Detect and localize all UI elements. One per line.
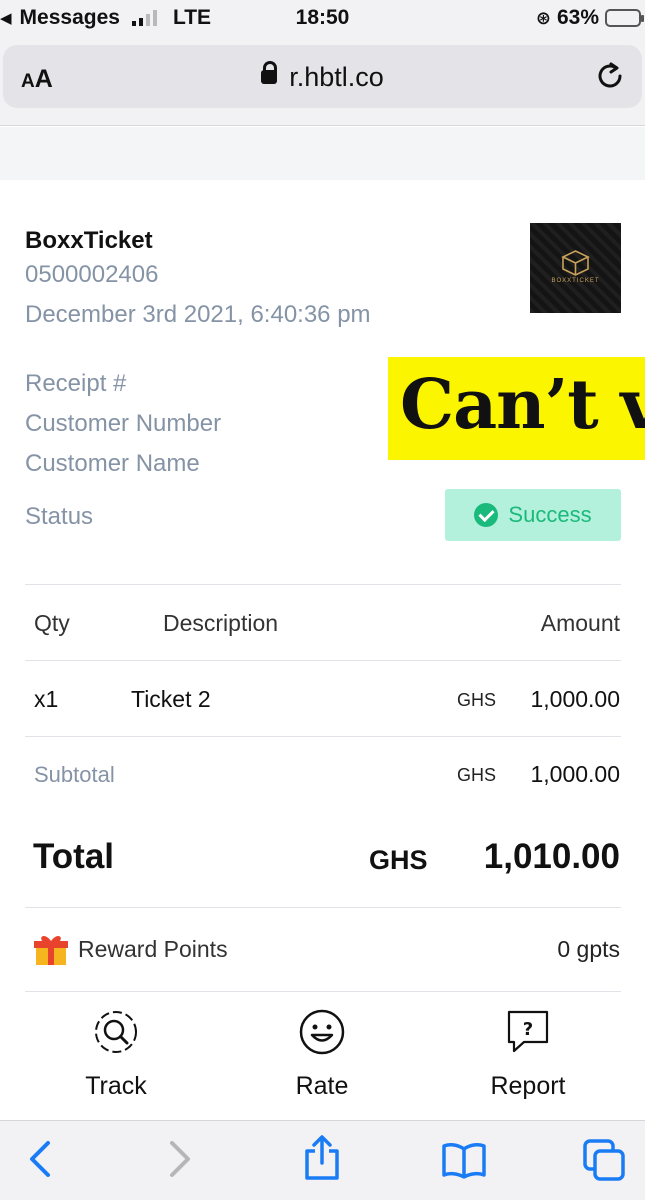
report-button[interactable]: ? Report xyxy=(448,1008,608,1101)
back-icon[interactable] xyxy=(26,1139,54,1179)
page-top-band xyxy=(0,127,645,180)
bookmarks-icon[interactable] xyxy=(441,1141,487,1179)
divider xyxy=(25,660,621,661)
redaction-overlay: Can’t v xyxy=(388,357,645,460)
row-amount: 1,000.00 xyxy=(530,686,620,712)
status-label: Status xyxy=(25,503,94,530)
track-icon xyxy=(95,1011,137,1053)
col-header-qty: Qty xyxy=(34,610,70,636)
row-description: Ticket 2 xyxy=(131,686,211,712)
check-circle-icon xyxy=(474,503,499,527)
merchant-logo: BOXXTICKET xyxy=(530,223,621,313)
row-currency: GHS xyxy=(457,690,497,710)
subtotal-label: Subtotal xyxy=(34,762,115,787)
track-button[interactable]: Track xyxy=(36,1008,196,1101)
logo-wordmark: BOXXTICKET xyxy=(551,278,600,284)
receipt-number-label: Receipt # xyxy=(25,370,127,397)
report-question-icon: ? xyxy=(507,1010,549,1053)
reward-points-value: 0 gpts xyxy=(557,936,620,962)
receipt-datetime: December 3rd 2021, 6:40:36 pm xyxy=(25,301,371,328)
divider xyxy=(25,907,621,908)
divider xyxy=(25,736,621,737)
customer-name-label: Customer Name xyxy=(25,450,200,477)
browser-chrome: AA r.hbtl.co xyxy=(0,40,645,126)
status-value: Success xyxy=(508,502,592,527)
address-bar[interactable]: AA r.hbtl.co xyxy=(3,45,642,108)
merchant-name: BoxxTicket xyxy=(25,227,153,254)
rate-label: Rate xyxy=(295,1072,349,1100)
total-amount: 1,010.00 xyxy=(483,837,620,876)
col-header-description: Description xyxy=(163,610,279,636)
url-display[interactable]: r.hbtl.co xyxy=(3,61,642,93)
lock-icon xyxy=(261,61,278,87)
gift-icon xyxy=(34,936,68,965)
tabs-icon[interactable] xyxy=(582,1138,628,1184)
subtotal-currency: GHS xyxy=(457,765,497,785)
reload-icon[interactable] xyxy=(594,60,626,92)
status-badge: Success xyxy=(445,489,621,541)
forward-icon[interactable] xyxy=(166,1139,194,1179)
battery-icon xyxy=(605,9,644,27)
total-label: Total xyxy=(33,837,115,876)
divider xyxy=(25,991,621,992)
overlay-text: Can’t v xyxy=(400,365,645,445)
svg-text:?: ? xyxy=(523,1019,533,1040)
url-text: r.hbtl.co xyxy=(289,62,384,92)
subtotal-amount: 1,000.00 xyxy=(530,761,620,787)
merchant-phone: 0500002406 xyxy=(25,261,159,288)
track-label: Track xyxy=(85,1072,147,1100)
reward-points-label: Reward Points xyxy=(78,936,228,962)
report-label: Report xyxy=(490,1072,566,1100)
battery-percent: 63% xyxy=(556,6,599,29)
status-bar-right: ⊛ 63% xyxy=(535,6,644,30)
total-currency: GHS xyxy=(369,845,428,875)
smiley-icon xyxy=(299,1009,345,1055)
status-bar: ◀ Messages LTE 18:50 ⊛ 63% xyxy=(0,0,645,40)
receipt-card: BoxxTicket 0500002406 December 3rd 2021,… xyxy=(0,180,645,1120)
box-logo-icon xyxy=(561,250,590,276)
browser-toolbar xyxy=(0,1120,645,1200)
divider xyxy=(25,584,621,585)
rotation-lock-icon: ⊛ xyxy=(535,7,551,28)
row-qty: x1 xyxy=(34,686,59,712)
share-icon[interactable] xyxy=(303,1135,341,1181)
customer-number-label: Customer Number xyxy=(25,410,222,437)
rate-button[interactable]: Rate xyxy=(242,1008,402,1101)
col-header-amount: Amount xyxy=(540,610,620,636)
